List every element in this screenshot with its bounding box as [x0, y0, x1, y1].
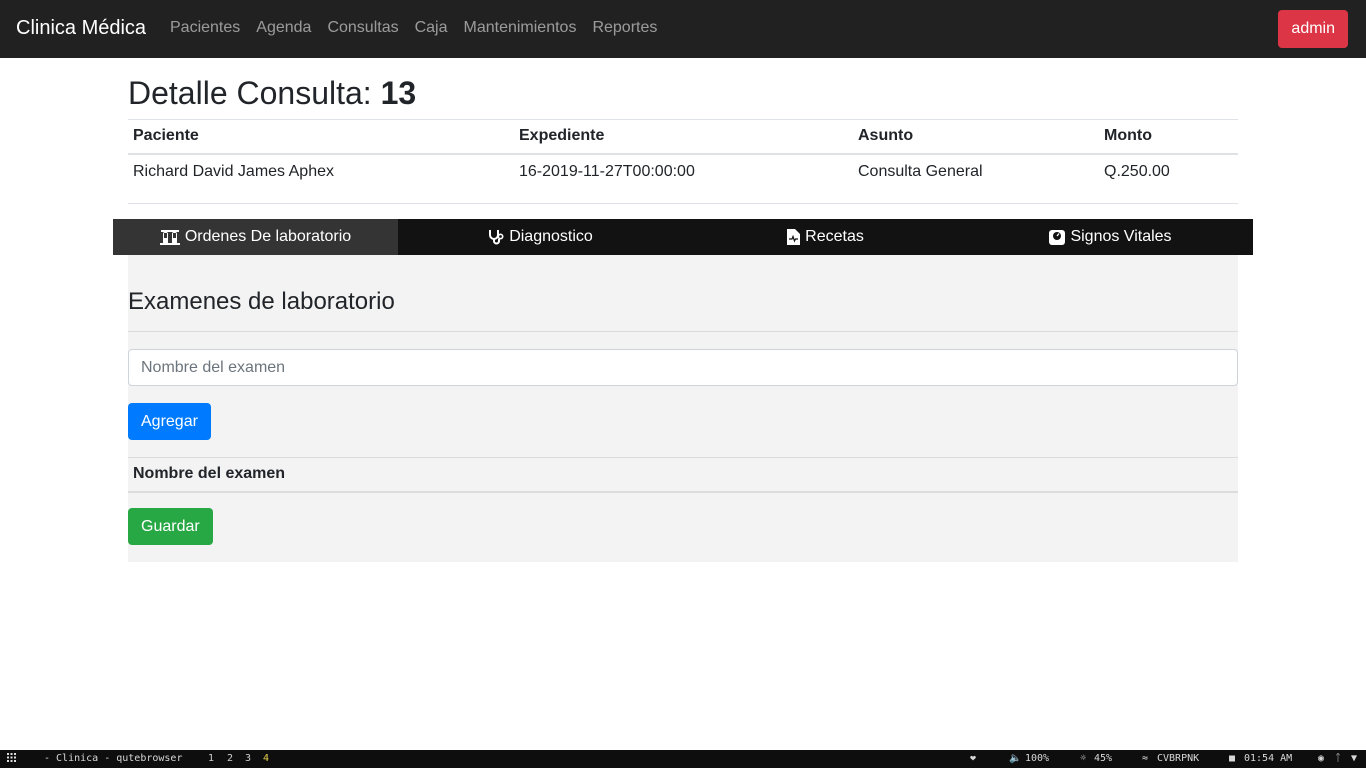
tab-label: Recetas [805, 228, 864, 245]
workspace-3[interactable]: 3 [245, 753, 251, 765]
consulta-summary-table: Paciente Expediente Asunto Monto Richard… [128, 119, 1238, 204]
header-exam-name: Nombre del examen [128, 457, 1238, 493]
top-navbar: Clinica Médica Pacientes Agenda Consulta… [0, 0, 1366, 58]
tab-signos-vitales[interactable]: Signos Vitales [968, 219, 1253, 255]
volume-icon[interactable]: 🔈 [1009, 753, 1021, 765]
os-taskbar: - Clinica - qutebrowser 1 2 3 4 ❤ 🔈 100%… [0, 750, 1366, 768]
nav-links: Pacientes Agenda Consultas Caja Mantenim… [162, 18, 665, 37]
cell-monto: Q.250.00 [1099, 154, 1238, 204]
save-button[interactable]: Guardar [128, 508, 213, 545]
wifi-icon[interactable]: ≈ [1142, 753, 1148, 765]
brand-link[interactable]: Clinica Médica [16, 17, 146, 40]
tab-ordenes-laboratorio[interactable]: Ordenes De laboratorio [113, 219, 398, 255]
bluetooth-icon[interactable]: ᛏ [1335, 753, 1341, 765]
network-signal-icon[interactable]: ▼ [1351, 753, 1357, 765]
nav-link-pacientes[interactable]: Pacientes [162, 18, 248, 37]
add-exam-button[interactable]: Agregar [128, 403, 211, 440]
consulta-number: 13 [380, 75, 417, 111]
weight-icon [1049, 230, 1066, 245]
lab-orders-panel: Examenes de laboratorio Agregar Nombre d… [128, 255, 1238, 562]
header-asunto: Asunto [853, 119, 1099, 155]
header-expediente: Expediente [514, 119, 853, 155]
nav-link-consultas[interactable]: Consultas [319, 18, 406, 37]
tab-label: Diagnostico [509, 228, 593, 245]
cell-expediente: 16-2019-11-27T00:00:00 [514, 154, 853, 204]
volume-level: 100% [1025, 753, 1050, 764]
tab-recetas[interactable]: Recetas [683, 219, 968, 255]
workspace-4[interactable]: 4 [263, 753, 269, 765]
divider [128, 331, 1238, 332]
workspace-1[interactable]: 1 [208, 753, 214, 765]
cell-asunto: Consulta General [853, 154, 1099, 204]
tab-label: Signos Vitales [1070, 228, 1172, 245]
consulta-tabs: Ordenes De laboratorio Diagnostico Recet… [113, 219, 1253, 255]
brightness-level: 45% [1094, 753, 1113, 764]
heart-icon: ❤ [970, 753, 977, 764]
header-monto: Monto [1099, 119, 1238, 155]
exam-name-input[interactable] [128, 349, 1238, 386]
nav-link-agenda[interactable]: Agenda [248, 18, 319, 37]
admin-user-button[interactable]: admin [1278, 10, 1348, 48]
exam-table: Nombre del examen [128, 457, 1238, 493]
window-title: - Clinica - qutebrowser [44, 753, 183, 764]
nav-link-reportes[interactable]: Reportes [584, 18, 665, 37]
page-title: Detalle Consulta: 13 [128, 74, 416, 112]
clock-time: 01:54 AM [1244, 753, 1293, 764]
clock-icon: ■ [1229, 753, 1236, 764]
apps-grid-icon[interactable] [7, 753, 16, 766]
wifi-network: CVBRPNK [1157, 753, 1200, 764]
table-row: Richard David James Aphex 16-2019-11-27T… [128, 154, 1238, 204]
brightness-icon: ☼ [1080, 753, 1087, 764]
tab-diagnostico[interactable]: Diagnostico [398, 219, 683, 255]
header-paciente: Paciente [128, 119, 514, 155]
table-header-row: Paciente Expediente Asunto Monto [128, 119, 1238, 155]
stethoscope-icon [489, 230, 504, 245]
nav-link-caja[interactable]: Caja [407, 18, 456, 37]
panel-title: Examenes de laboratorio [128, 288, 395, 315]
vials-icon [159, 230, 180, 245]
file-medical-icon [787, 229, 801, 245]
workspace-2[interactable]: 2 [227, 753, 233, 765]
page-title-prefix: Detalle Consulta: [128, 75, 372, 111]
table-header-row: Nombre del examen [128, 457, 1238, 493]
steam-icon[interactable]: ◉ [1318, 753, 1324, 765]
nav-link-mantenimientos[interactable]: Mantenimientos [456, 18, 585, 37]
tab-label: Ordenes De laboratorio [184, 228, 352, 245]
cell-paciente: Richard David James Aphex [128, 154, 514, 204]
